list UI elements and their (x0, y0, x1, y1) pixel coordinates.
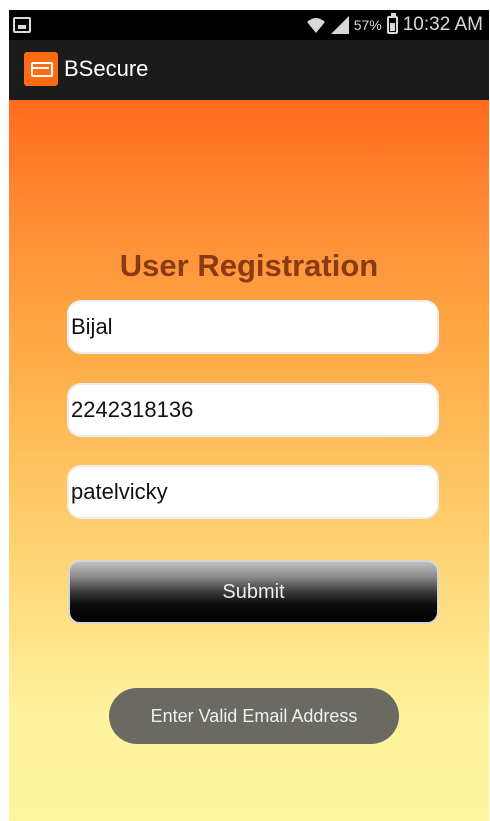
toast-message: Enter Valid Email Address (109, 688, 399, 744)
wifi-icon (306, 18, 325, 33)
battery-charging-icon (386, 13, 398, 34)
phone-screen: 57% 10:32 AM BSecure User Registration S… (9, 10, 489, 821)
signal-icon (330, 16, 349, 34)
app-title: BSecure (64, 56, 149, 81)
status-time: 10:32 AM (402, 14, 483, 35)
phone-field[interactable] (67, 383, 439, 437)
email-field[interactable] (67, 465, 439, 519)
status-bar-right: 57% 10:32 AM (306, 13, 483, 36)
gallery-notification-icon (13, 17, 31, 33)
submit-button[interactable]: Submit (68, 560, 439, 624)
status-bar: 57% 10:32 AM (9, 10, 489, 40)
name-field[interactable] (67, 300, 439, 354)
registration-screen: User Registration Submit Enter Valid Ema… (9, 100, 489, 821)
battery-percent: 57% (353, 17, 382, 33)
action-bar: BSecure (9, 40, 489, 100)
app-logo-icon (24, 52, 58, 86)
page-title: User Registration (119, 248, 379, 283)
